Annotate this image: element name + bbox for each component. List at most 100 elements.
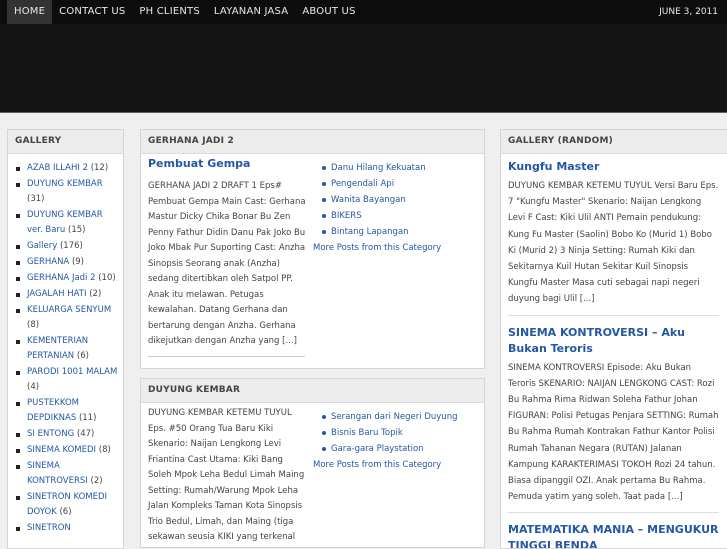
post-divider bbox=[148, 355, 305, 357]
gallery-category-item: SINEMA KOMEDI (8) bbox=[14, 443, 119, 458]
featured-post: Pembuat Gempa GERHANA JADI 2 DRAFT 1 Eps… bbox=[148, 157, 306, 357]
category-panel-duyung-kembar: DUYUNG KEMBAR DUYUNG KEMBAR KETEMU TUYUL… bbox=[140, 378, 485, 548]
gallery-category-item: GERHANA (9) bbox=[14, 255, 119, 270]
related-post-item: BIKERS bbox=[313, 208, 483, 224]
category-panel-gerhana-jadi-2: GERHANA JADI 2 Pembuat Gempa GERHANA JAD… bbox=[140, 129, 485, 369]
related-post-item: Pengendali Api bbox=[313, 176, 483, 192]
related-post-item: Gara-gara Playstation bbox=[313, 441, 483, 457]
random-entry-excerpt: SINEMA KONTROVERSI Episode: Aku Bukan Te… bbox=[508, 362, 719, 503]
top-navigation-bar: HOME CONTACT US PH CLIENTS LAYANAN JASA … bbox=[0, 0, 727, 24]
gallery-category-count: (6) bbox=[76, 351, 89, 361]
gallery-widget-title: GALLERY bbox=[8, 130, 123, 154]
gallery-category-link[interactable]: DUYUNG KEMBAR ver. Baru bbox=[27, 210, 103, 235]
gallery-widget: GALLERY AZAB ILLAHI 2 (12) DUYUNG KEMBAR… bbox=[7, 129, 124, 549]
random-entry-title[interactable]: SINEMA KONTROVERSI – Aku Bukan Teroris bbox=[508, 325, 719, 357]
featured-post-title[interactable]: Pembuat Gempa bbox=[148, 157, 306, 171]
gallery-category-count: (12) bbox=[90, 163, 109, 173]
gallery-category-count: (6) bbox=[59, 507, 72, 517]
gallery-category-link[interactable]: JAGALAH HATI bbox=[27, 289, 87, 299]
gallery-category-link[interactable]: SINEMA KOMEDI bbox=[27, 445, 96, 455]
nav-layanan-jasa[interactable]: LAYANAN JASA bbox=[207, 0, 295, 24]
gallery-category-count: (47) bbox=[76, 429, 95, 439]
gallery-category-link[interactable]: GERHANA Jadi 2 bbox=[27, 273, 96, 283]
gallery-category-link[interactable]: KELUARGA SENYUM bbox=[27, 305, 111, 315]
featured-post: DUYUNG KEMBAR KETEMU TUYUL Eps. #50 Oran… bbox=[148, 406, 306, 546]
related-post-link[interactable]: Serangan dari Negeri Duyung bbox=[331, 412, 457, 422]
related-post-item: Bisnis Baru Topik bbox=[313, 425, 483, 441]
gallery-category-item: SINEMA KONTROVERSI (2) bbox=[14, 459, 119, 489]
gallery-category-item: SI ENTONG (47) bbox=[14, 427, 119, 442]
entry-divider bbox=[508, 512, 719, 514]
gallery-random-title: GALLERY (RANDOM) bbox=[501, 130, 727, 154]
category-panel-title: GERHANA JADI 2 bbox=[141, 130, 484, 154]
gallery-category-count: (15) bbox=[68, 225, 86, 235]
gallery-category-item: KEMENTERIAN PERTANIAN (6) bbox=[14, 334, 119, 364]
nav-contact-us[interactable]: CONTACT US bbox=[52, 0, 132, 24]
related-posts: Danu Hilang Kekuatan Pengendali Api Wani… bbox=[313, 160, 483, 256]
gallery-category-list: AZAB ILLAHI 2 (12) DUYUNG KEMBAR (31) DU… bbox=[8, 154, 123, 536]
site-header-banner bbox=[0, 24, 727, 112]
gallery-category-count: (8) bbox=[98, 445, 111, 455]
current-date: JUNE 3, 2011 bbox=[659, 7, 718, 17]
gallery-category-item: JAGALAH HATI (2) bbox=[14, 287, 119, 302]
gallery-category-count: (8) bbox=[27, 320, 40, 330]
main-nav: HOME CONTACT US PH CLIENTS LAYANAN JASA … bbox=[7, 0, 363, 24]
gallery-category-count: (4) bbox=[27, 382, 40, 392]
featured-post-excerpt: DUYUNG KEMBAR KETEMU TUYUL Eps. #50 Oran… bbox=[148, 408, 305, 542]
related-post-link[interactable]: BIKERS bbox=[331, 211, 362, 221]
gallery-category-link[interactable]: SINETRON bbox=[27, 523, 71, 533]
gallery-category-link[interactable]: PUSTEKKOM DEPDIKNAS bbox=[27, 398, 79, 423]
more-posts-link[interactable]: More Posts from this Category bbox=[313, 457, 483, 473]
gallery-category-item: AZAB ILLAHI 2 (12) bbox=[14, 161, 119, 176]
related-post-item: Bintang Lapangan bbox=[313, 224, 483, 240]
random-entries: Kungfu Master DUYUNG KEMBAR KETEMU TUYUL… bbox=[501, 154, 727, 548]
gallery-category-item: SINETRON KOMEDI DOYOK (6) bbox=[14, 490, 119, 520]
nav-ph-clients[interactable]: PH CLIENTS bbox=[132, 0, 207, 24]
gallery-category-link[interactable]: Gallery bbox=[27, 241, 57, 251]
gallery-category-item: Gallery (176) bbox=[14, 239, 119, 254]
gallery-category-count: (2) bbox=[90, 476, 103, 486]
gallery-category-count: (2) bbox=[89, 289, 102, 299]
gallery-category-item: KELUARGA SENYUM (8) bbox=[14, 303, 119, 333]
related-post-link[interactable]: Pengendali Api bbox=[331, 179, 394, 189]
random-entry-title[interactable]: Kungfu Master bbox=[508, 159, 719, 175]
category-panel-title: DUYUNG KEMBAR bbox=[141, 379, 484, 403]
gallery-category-link[interactable]: SI ENTONG bbox=[27, 429, 74, 439]
related-post-link[interactable]: Bisnis Baru Topik bbox=[331, 428, 403, 438]
gallery-category-count: (9) bbox=[71, 257, 84, 267]
related-post-link[interactable]: Bintang Lapangan bbox=[331, 227, 409, 237]
gallery-category-item: SINETRON bbox=[14, 521, 119, 536]
header-divider bbox=[0, 112, 727, 113]
gallery-category-count: (176) bbox=[59, 241, 83, 251]
random-entry-title[interactable]: MATEMATIKA MANIA – MENGUKUR TINGGI BENDA bbox=[508, 522, 719, 548]
related-post-item: Danu Hilang Kekuatan bbox=[313, 160, 483, 176]
random-entry-excerpt: DUYUNG KEMBAR KETEMU TUYUL Versi Baru Ep… bbox=[508, 181, 719, 305]
related-posts-list: Serangan dari Negeri Duyung Bisnis Baru … bbox=[313, 409, 483, 457]
related-post-item: Serangan dari Negeri Duyung bbox=[313, 409, 483, 425]
gallery-random-widget: GALLERY (RANDOM) Kungfu Master DUYUNG KE… bbox=[500, 129, 727, 549]
gallery-category-count: (31) bbox=[27, 194, 45, 204]
gallery-category-link[interactable]: GERHANA bbox=[27, 257, 69, 267]
gallery-category-item: GERHANA Jadi 2 (10) bbox=[14, 271, 119, 286]
related-post-link[interactable]: Gara-gara Playstation bbox=[331, 444, 424, 454]
gallery-category-item: DUYUNG KEMBAR ver. Baru (15) bbox=[14, 208, 119, 238]
related-posts-list: Danu Hilang Kekuatan Pengendali Api Wani… bbox=[313, 160, 483, 240]
gallery-category-link[interactable]: PARODI 1001 MALAM bbox=[27, 367, 117, 377]
gallery-category-link[interactable]: DUYUNG KEMBAR bbox=[27, 179, 103, 189]
more-posts-link[interactable]: More Posts from this Category bbox=[313, 240, 483, 256]
nav-home[interactable]: HOME bbox=[7, 0, 53, 24]
related-post-item: Wanita Bayangan bbox=[313, 192, 483, 208]
gallery-category-item: PUSTEKKOM DEPDIKNAS (11) bbox=[14, 396, 119, 426]
gallery-category-link[interactable]: SINEMA KONTROVERSI bbox=[27, 461, 88, 486]
gallery-category-item: PARODI 1001 MALAM (4) bbox=[14, 365, 119, 395]
related-post-link[interactable]: Danu Hilang Kekuatan bbox=[331, 163, 426, 173]
gallery-category-link[interactable]: AZAB ILLAHI 2 bbox=[27, 163, 88, 173]
nav-about-us[interactable]: ABOUT US bbox=[295, 0, 362, 24]
related-posts: Serangan dari Negeri Duyung Bisnis Baru … bbox=[313, 409, 483, 473]
entry-divider bbox=[508, 314, 719, 316]
gallery-category-count: (11) bbox=[78, 413, 97, 423]
gallery-category-item: DUYUNG KEMBAR (31) bbox=[14, 177, 119, 207]
related-post-link[interactable]: Wanita Bayangan bbox=[331, 195, 406, 205]
gallery-category-count: (10) bbox=[98, 273, 116, 283]
featured-post-excerpt: GERHANA JADI 2 DRAFT 1 Eps# Pembuat Gemp… bbox=[148, 181, 306, 346]
